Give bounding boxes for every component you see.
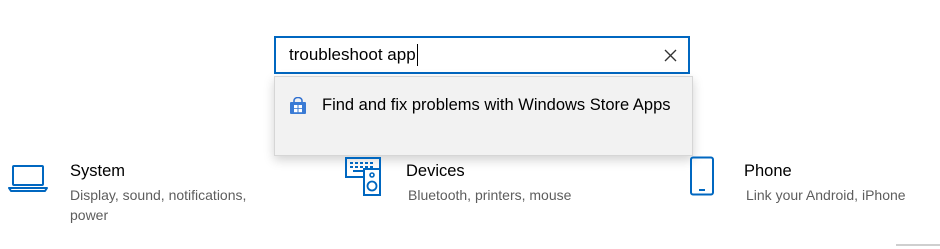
category-title: Devices xyxy=(406,162,465,180)
text-caret xyxy=(416,43,418,66)
divider xyxy=(896,244,940,246)
search-input-text: troubleshoot app xyxy=(289,45,416,64)
category-title: System xyxy=(70,162,126,180)
category-description: Link your Android, iPhone xyxy=(746,187,906,203)
search-box[interactable]: troubleshoot app xyxy=(274,36,690,74)
category-devices[interactable]: Devices Bluetooth, printers, mouse xyxy=(340,155,640,235)
laptop-icon xyxy=(8,165,48,192)
category-phone[interactable]: Phone Link your Android, iPhone xyxy=(680,155,935,235)
suggestion-windows-store-apps[interactable]: Find and fix problems with Windows Store… xyxy=(275,77,692,155)
search-input[interactable]: troubleshoot app xyxy=(289,38,418,72)
clear-search-button[interactable] xyxy=(658,43,682,67)
keyboard-speaker-icon xyxy=(345,157,381,196)
search-suggestions-dropdown: Find and fix problems with Windows Store… xyxy=(274,76,693,156)
category-description: Display, sound, notifications, power xyxy=(70,187,247,223)
close-icon xyxy=(664,49,676,61)
category-system[interactable]: System Display, sound, notifications, po… xyxy=(0,155,300,235)
category-description: Bluetooth, printers, mouse xyxy=(408,187,572,203)
phone-icon xyxy=(690,156,714,196)
category-title: Phone xyxy=(744,162,792,180)
suggestion-label: Find and fix problems with Windows Store… xyxy=(322,96,671,114)
store-icon xyxy=(290,97,306,114)
